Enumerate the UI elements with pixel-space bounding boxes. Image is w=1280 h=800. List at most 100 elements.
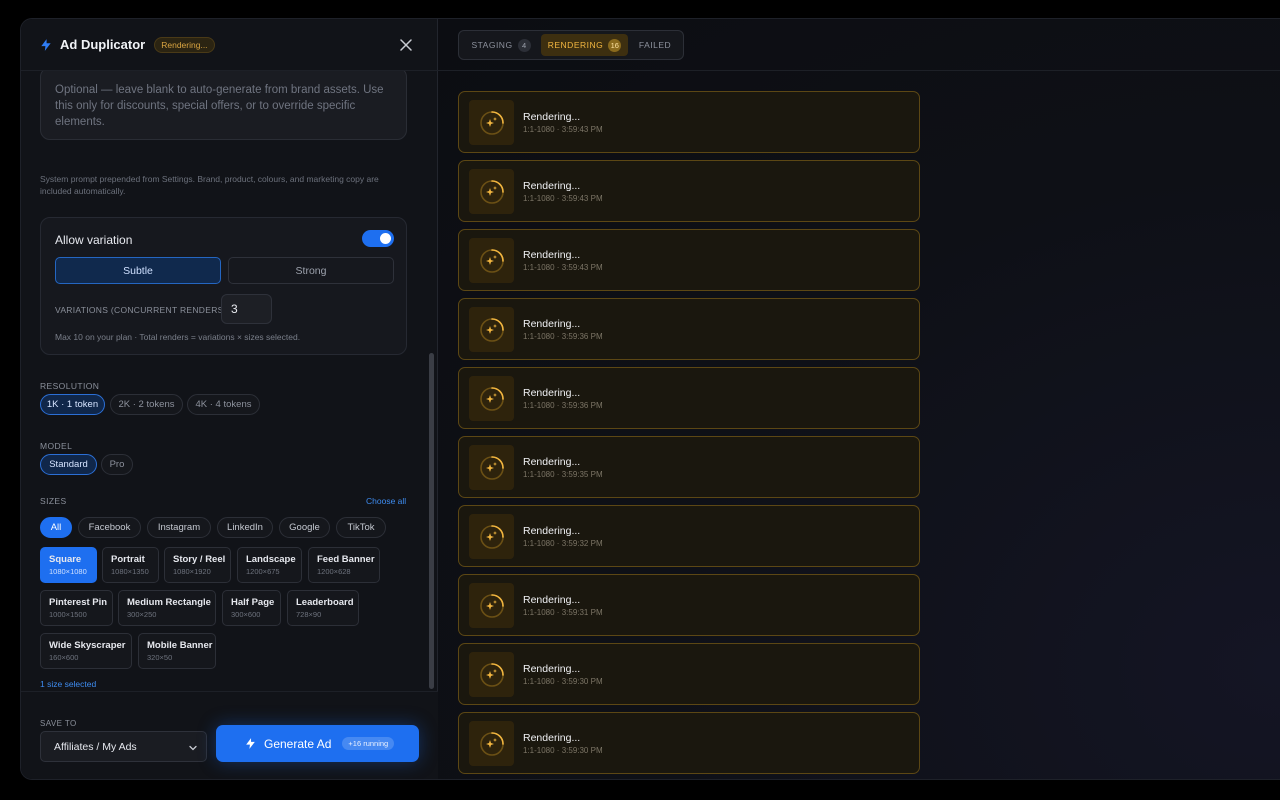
size-tile-wide-skyscraper[interactable]: Wide Skyscraper 160×600 [40,633,132,669]
tab-label: RENDERING [547,40,604,50]
resolution-4k-option[interactable]: 4K · 4 tokens [187,394,260,415]
job-card[interactable]: Rendering... 1:1-1080 · 3:59:43 PM [458,160,920,222]
job-card[interactable]: Rendering... 1:1-1080 · 3:59:30 PM [458,712,920,774]
size-dimensions: 320×50 [147,653,173,662]
sparkle-spinner-icon [479,179,504,204]
size-tile-half-page[interactable]: Half Page 300×600 [222,590,281,626]
job-card[interactable]: Rendering... 1:1-1080 · 3:59:32 PM [458,505,920,567]
sparkle-spinner-icon [479,110,504,135]
size-tile-leaderboard[interactable]: Leaderboard 728×90 [287,590,359,626]
job-card[interactable]: Rendering... 1:1-1080 · 3:59:36 PM [458,298,920,360]
size-tile-pinterest-pin[interactable]: Pinterest Pin 1000×1500 [40,590,113,626]
job-card[interactable]: Rendering... 1:1-1080 · 3:59:43 PM [458,229,920,291]
size-name: Leaderboard [296,597,354,608]
job-thumbnail [469,307,514,352]
job-card[interactable]: Rendering... 1:1-1080 · 3:59:35 PM [458,436,920,498]
size-dimensions: 300×600 [231,610,261,619]
sparkle-spinner-icon [479,593,504,618]
job-meta: 1:1-1080 · 3:59:32 PM [523,539,603,548]
sparkle-spinner-icon [479,662,504,687]
tab-label: FAILED [638,40,672,50]
generate-ad-label: Generate Ad [264,736,332,751]
resolution-label: RESOLUTION [40,381,100,391]
filter-tiktok[interactable]: TikTok [336,517,386,538]
variation-subtle-button[interactable]: Subtle [55,257,221,284]
job-thumbnail [469,169,514,214]
generate-ad-button[interactable]: Generate Ad +16 running [216,725,419,762]
filter-google[interactable]: Google [279,517,330,538]
filter-linkedin[interactable]: LinkedIn [217,517,273,538]
size-dimensions: 300×250 [127,610,157,619]
job-thumbnail [469,100,514,145]
sizes-label: SIZES [40,496,67,506]
queue-tabs: STAGING 4 RENDERING 16 FAILED [458,30,684,60]
job-card[interactable]: Rendering... 1:1-1080 · 3:59:31 PM [458,574,920,636]
settings-scroll-area: Optional — leave blank to auto-generate … [21,71,438,691]
sparkle-spinner-icon [479,317,504,342]
job-title: Rendering... [523,732,581,744]
tab-count-badge: 16 [608,38,622,52]
sparkle-spinner-icon [479,248,504,273]
allow-variation-label: Allow variation [55,233,133,247]
allow-variation-toggle[interactable] [362,230,394,247]
app-window: Ad Duplicator Rendering... Optional — le… [20,18,1280,780]
model-pro-option[interactable]: Pro [101,454,133,475]
job-card[interactable]: Rendering... 1:1-1080 · 3:59:43 PM [458,91,920,153]
job-title: Rendering... [523,249,581,261]
job-title: Rendering... [523,594,581,606]
job-meta: 1:1-1080 · 3:59:43 PM [523,263,603,272]
close-icon [400,39,412,51]
panel-header: Ad Duplicator Rendering... [21,19,438,71]
size-dimensions: 1200×628 [317,567,351,576]
resolution-2k-option[interactable]: 2K · 2 tokens [110,394,183,415]
save-to-select[interactable]: Affiliates / My Ads [40,731,207,762]
size-name: Feed Banner [317,554,375,565]
tab-failed[interactable]: FAILED [631,34,679,56]
bolt-icon [41,38,51,51]
size-tile-story-reel[interactable]: Story / Reel 1080×1920 [164,547,231,583]
save-to-label: SAVE TO [40,719,77,728]
job-thumbnail [469,721,514,766]
tab-staging[interactable]: STAGING 4 [463,34,539,56]
size-name: Half Page [231,597,275,608]
size-tile-landscape[interactable]: Landscape 1200×675 [237,547,302,583]
close-button[interactable] [396,35,416,55]
size-tile-feed-banner[interactable]: Feed Banner 1200×628 [308,547,380,583]
size-tile-mobile-banner[interactable]: Mobile Banner 320×50 [138,633,216,669]
size-tile-square[interactable]: Square 1080×1080 [40,547,97,583]
size-dimensions: 1200×675 [246,567,280,576]
choose-all-link[interactable]: Choose all [366,496,406,506]
job-thumbnail [469,514,514,559]
model-standard-option[interactable]: Standard [40,454,97,475]
job-meta: 1:1-1080 · 3:59:31 PM [523,608,603,617]
job-meta: 1:1-1080 · 3:59:36 PM [523,332,603,341]
size-name: Pinterest Pin [49,597,108,608]
job-card[interactable]: Rendering... 1:1-1080 · 3:59:30 PM [458,643,920,705]
job-meta: 1:1-1080 · 3:59:35 PM [523,470,603,479]
render-queue-panel: STAGING 4 RENDERING 16 FAILED Rendering.… [438,19,1280,779]
filter-all[interactable]: All [40,517,72,538]
resolution-1k-option[interactable]: 1K · 1 token [40,394,105,415]
save-to-value: Affiliates / My Ads [54,740,137,753]
job-meta: 1:1-1080 · 3:59:30 PM [523,677,603,686]
custom-prompt-textarea[interactable]: Optional — leave blank to auto-generate … [40,71,407,140]
variation-strong-button[interactable]: Strong [228,257,394,284]
filter-facebook[interactable]: Facebook [78,517,141,538]
variations-count-input[interactable] [221,294,272,324]
filter-instagram[interactable]: Instagram [147,517,211,538]
tab-rendering[interactable]: RENDERING 16 [541,34,628,56]
job-title: Rendering... [523,111,581,123]
rendering-job-list: Rendering... 1:1-1080 · 3:59:43 PM Rende… [458,91,920,779]
size-name: Landscape [246,554,296,565]
variations-help-text: Max 10 on your plan · Total renders = va… [55,332,301,342]
queue-topbar: STAGING 4 RENDERING 16 FAILED [438,19,1280,71]
size-tile-portrait[interactable]: Portrait 1080×1350 [102,547,159,583]
job-card[interactable]: Rendering... 1:1-1080 · 3:59:36 PM [458,367,920,429]
size-name: Square [49,554,82,565]
job-title: Rendering... [523,525,581,537]
settings-scrollbar-thumb[interactable] [429,353,434,689]
variation-card: Allow variation Subtle Strong VARIATIONS… [40,217,407,355]
size-tile-medium-rectangle[interactable]: Medium Rectangle 300×250 [118,590,216,626]
size-dimensions: 1080×1920 [173,567,211,576]
status-badge: Rendering... [154,36,215,53]
